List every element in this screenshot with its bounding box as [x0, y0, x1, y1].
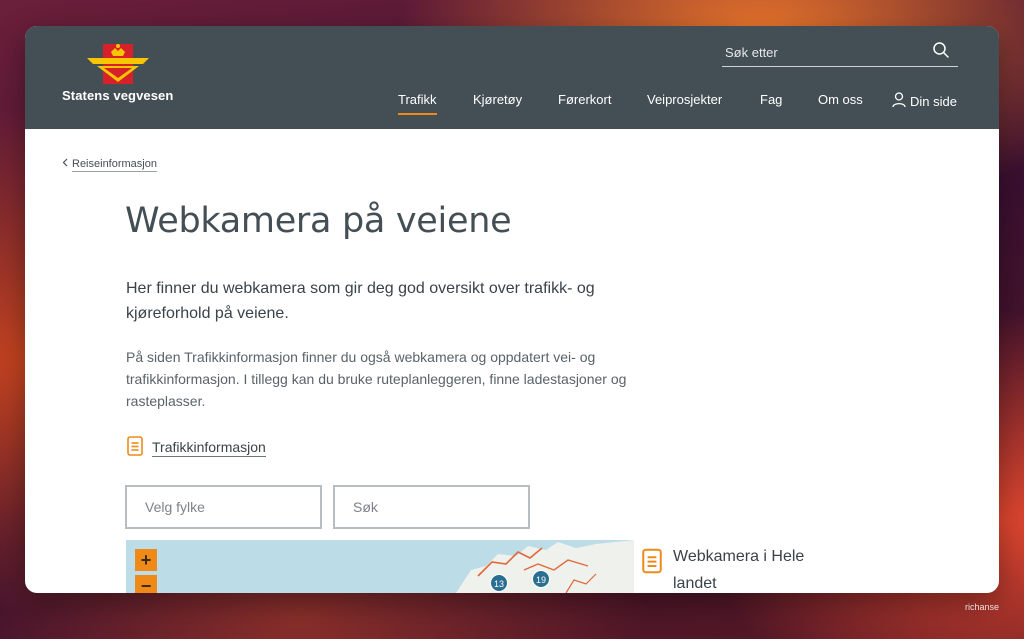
lead-paragraph: Her finner du webkamera som gir deg god … — [126, 280, 595, 322]
document-icon — [642, 548, 662, 574]
nav-item-veiprosjekter[interactable]: Veiprosjekter — [647, 92, 722, 108]
body-paragraph: På siden Trafikkinformasjon finner du og… — [126, 349, 627, 409]
camera-search-field[interactable] — [333, 485, 530, 529]
side-link-line-2: landet — [673, 575, 717, 592]
trafikkinformasjon-link[interactable]: Trafikkinformasjon — [127, 436, 266, 460]
side-link-line-1: Webkamera i Hele — [673, 548, 805, 565]
county-select[interactable] — [125, 485, 322, 529]
map-cluster-marker[interactable]: 13 — [490, 574, 508, 592]
document-icon — [127, 436, 143, 456]
map-cluster-marker[interactable]: 19 — [532, 570, 550, 588]
nav-item-trafikk[interactable]: Trafikk — [398, 92, 437, 115]
county-input[interactable] — [127, 487, 320, 527]
search-icon[interactable] — [932, 41, 950, 59]
main-nav: Trafikk Kjøretøy Førerkort Veiprosjekter… — [25, 92, 999, 116]
nav-item-forerkort[interactable]: Førerkort — [558, 92, 611, 108]
trafikkinformasjon-link-label: Trafikkinformasjon — [152, 439, 266, 457]
map-land-shapes — [456, 540, 634, 593]
search-input[interactable] — [722, 42, 925, 62]
side-link-label: Webkamera i Hele landet — [673, 543, 804, 593]
nav-item-kjoretoy[interactable]: Kjøretøy — [473, 92, 522, 108]
breadcrumb-label: Reiseinformasjon — [72, 158, 157, 172]
page-content: Reiseinformasjon Webkamera på veiene Her… — [25, 129, 999, 593]
nav-item-fag[interactable]: Fag — [760, 92, 782, 108]
nav-item-om-oss[interactable]: Om oss — [818, 92, 863, 108]
breadcrumb[interactable]: Reiseinformasjon — [62, 158, 157, 172]
header-search — [722, 38, 958, 67]
camera-search-input[interactable] — [335, 487, 528, 527]
watermark: richanse — [964, 602, 999, 612]
statens-vegvesen-logo[interactable] — [85, 42, 151, 86]
nav-item-din-side-label: Din side — [910, 94, 957, 109]
page-title: Webkamera på veiene — [125, 201, 512, 241]
nav-item-din-side[interactable]: Din side — [892, 92, 957, 110]
zoom-out-button[interactable]: − — [135, 575, 157, 593]
browser-window: Statens vegvesen Trafikk Kjøretøy Førerk… — [25, 26, 999, 593]
zoom-in-button[interactable]: + — [135, 549, 157, 571]
user-icon — [892, 92, 906, 108]
chevron-left-icon — [62, 158, 68, 167]
webcam-map[interactable]: + − 13 19 — [126, 540, 634, 593]
site-header: Statens vegvesen Trafikk Kjøretøy Førerk… — [25, 26, 999, 129]
